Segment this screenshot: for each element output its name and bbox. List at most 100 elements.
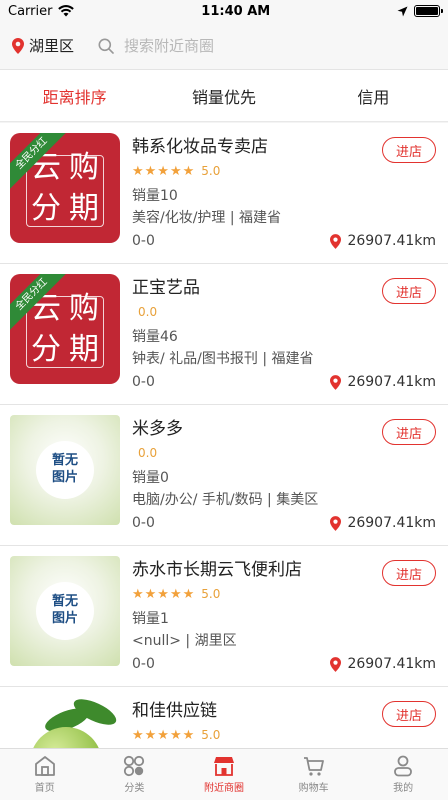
- thumbnail-char: 分: [31, 331, 61, 367]
- search-input[interactable]: 搜索附近商圈: [88, 29, 436, 63]
- store-row[interactable]: 和佳供应链 ★★★★★ 5.0 进店: [0, 687, 448, 748]
- enter-store-button[interactable]: 进店: [382, 419, 436, 445]
- placeholder-text: 暂无: [51, 594, 78, 610]
- rating-score: 5.0: [201, 587, 221, 601]
- store-tags: 美容/化妆/护理 | 福建省: [132, 210, 282, 226]
- sort-tab-sales[interactable]: 销量优先: [149, 84, 298, 108]
- status-bar: Carrier 11:40 AM: [0, 0, 448, 22]
- store-thumbnail: [10, 697, 120, 748]
- fruit-shape: [30, 727, 102, 748]
- placeholder-text: 图片: [51, 470, 78, 485]
- store-tags: 电脑/办公/ 手机/数码 | 集美区: [132, 492, 319, 508]
- profile-icon: [394, 755, 413, 777]
- thumbnail-char: 购: [69, 290, 99, 326]
- wifi-icon: [58, 5, 75, 17]
- rating-score: 0.0: [138, 446, 158, 460]
- store-thumbnail: 云 购 分 期 全民分红: [10, 274, 120, 384]
- map-pin-icon: [330, 515, 342, 531]
- store-rating: 0.0: [132, 443, 436, 463]
- tab-label: 附近商圈: [203, 783, 244, 794]
- sort-tabs: 距离排序 销量优先 信用: [0, 70, 448, 122]
- store-info: 和佳供应链 ★★★★★ 5.0 进店: [120, 697, 436, 748]
- distance-value: 26907.41km: [347, 515, 436, 531]
- store-thumbnail: 暂无 图片: [10, 556, 120, 666]
- home-icon: [34, 756, 55, 776]
- thumbnail-char: 购: [69, 149, 99, 185]
- thumbnail-char: 期: [69, 331, 99, 367]
- bottom-tab-bar: 首页 分类 附近商圈 购物车 我的: [0, 748, 448, 800]
- store-sales: 销量1: [132, 611, 169, 627]
- map-pin-icon: [330, 233, 342, 249]
- battery-icon: [414, 5, 443, 17]
- store-info: 韩系化妆品专卖店 ★★★★★ 5.0 销量10 美容/化妆/护理 | 福建省 0…: [120, 133, 436, 263]
- enter-store-button[interactable]: 进店: [382, 560, 436, 586]
- search-icon: [98, 38, 114, 54]
- distance-value: 26907.41km: [347, 374, 436, 390]
- store-sales: 销量10: [132, 188, 178, 204]
- store-tags: 钟表/ 礼品/图书报刊 | 福建省: [132, 351, 314, 367]
- rating-score: 5.0: [201, 728, 221, 742]
- sort-tab-credit[interactable]: 信用: [299, 84, 448, 108]
- tab-home[interactable]: 首页: [0, 749, 90, 800]
- search-header: 湖里区 搜索附近商圈: [0, 22, 448, 70]
- store-tags: <null> | 湖里区: [132, 633, 237, 649]
- star-rating-icon: ★★★★★: [132, 586, 196, 602]
- tab-label: 首页: [34, 783, 55, 794]
- map-pin-icon: [330, 656, 342, 672]
- tab-label: 分类: [124, 783, 145, 794]
- enter-store-button[interactable]: 进店: [382, 278, 436, 304]
- star-rating-icon: ★★★★★: [132, 163, 196, 179]
- store-row[interactable]: 暂无 图片 米多多 0.0 销量0 电脑/办公/ 手机/数码 | 集美区 0-0…: [0, 405, 448, 546]
- cart-icon: [303, 757, 324, 776]
- location-arrow-icon: [397, 6, 408, 16]
- store-distance: 26907.41km: [330, 233, 436, 249]
- tab-profile[interactable]: 我的: [358, 749, 448, 800]
- no-image-placeholder: 暂无 图片: [36, 441, 94, 499]
- store-info: 米多多 0.0 销量0 电脑/办公/ 手机/数码 | 集美区 0-0 进店 26…: [120, 415, 436, 545]
- category-icon: [124, 755, 145, 777]
- store-distance: 26907.41km: [330, 656, 436, 672]
- store-sales: 销量0: [132, 470, 169, 486]
- status-right: [397, 5, 443, 17]
- store-row[interactable]: 云 购 分 期 全民分红 正宝艺品 0.0 销量46 钟表/ 礼品/图书报刊 |…: [0, 264, 448, 405]
- store-info: 赤水市长期云飞便利店 ★★★★★ 5.0 销量1 <null> | 湖里区 0-…: [120, 556, 436, 686]
- thumbnail-char: 分: [31, 190, 61, 226]
- tab-label: 购物车: [298, 783, 329, 794]
- carrier-label: Carrier: [8, 3, 53, 19]
- store-rating: ★★★★★ 5.0: [132, 161, 436, 181]
- store-rating: 0.0: [132, 302, 436, 322]
- store-row[interactable]: 云 购 分 期 全民分红 韩系化妆品专卖店 ★★★★★ 5.0 销量10 美容/…: [0, 123, 448, 264]
- tab-category[interactable]: 分类: [90, 749, 180, 800]
- map-pin-icon: [12, 37, 24, 54]
- store-sales: 销量46: [132, 329, 178, 345]
- clock: 11:40 AM: [201, 3, 271, 19]
- thumbnail-char: 期: [69, 190, 99, 226]
- store-rating: ★★★★★ 5.0: [132, 725, 436, 745]
- store-list: 云 购 分 期 全民分红 韩系化妆品专卖店 ★★★★★ 5.0 销量10 美容/…: [0, 123, 448, 748]
- store-distance: 26907.41km: [330, 515, 436, 531]
- star-rating-icon: ★★★★★: [132, 727, 196, 743]
- map-pin-icon: [330, 374, 342, 390]
- status-left: Carrier: [8, 3, 75, 19]
- distance-value: 26907.41km: [347, 656, 436, 672]
- store-distance: 26907.41km: [330, 374, 436, 390]
- location-label: 湖里区: [29, 37, 75, 55]
- tab-nearby[interactable]: 附近商圈: [179, 749, 269, 800]
- location-selector[interactable]: 湖里区: [12, 35, 88, 56]
- enter-store-button[interactable]: 进店: [382, 701, 436, 727]
- store-thumbnail: 云 购 分 期 全民分红: [10, 133, 120, 243]
- no-image-placeholder: 暂无 图片: [36, 582, 94, 640]
- nearby-store-icon: [213, 757, 234, 776]
- search-placeholder: 搜索附近商圈: [124, 37, 215, 55]
- enter-store-button[interactable]: 进店: [382, 137, 436, 163]
- store-info: 正宝艺品 0.0 销量46 钟表/ 礼品/图书报刊 | 福建省 0-0 进店 2…: [120, 274, 436, 404]
- store-thumbnail: 暂无 图片: [10, 415, 120, 525]
- tab-label: 我的: [393, 783, 414, 794]
- placeholder-text: 图片: [51, 611, 78, 626]
- tab-cart[interactable]: 购物车: [269, 749, 359, 800]
- distance-value: 26907.41km: [347, 233, 436, 249]
- placeholder-text: 暂无: [51, 453, 78, 469]
- store-row[interactable]: 暂无 图片 赤水市长期云飞便利店 ★★★★★ 5.0 销量1 <null> | …: [0, 546, 448, 687]
- sort-tab-distance[interactable]: 距离排序: [0, 84, 149, 108]
- store-rating: ★★★★★ 5.0: [132, 584, 436, 604]
